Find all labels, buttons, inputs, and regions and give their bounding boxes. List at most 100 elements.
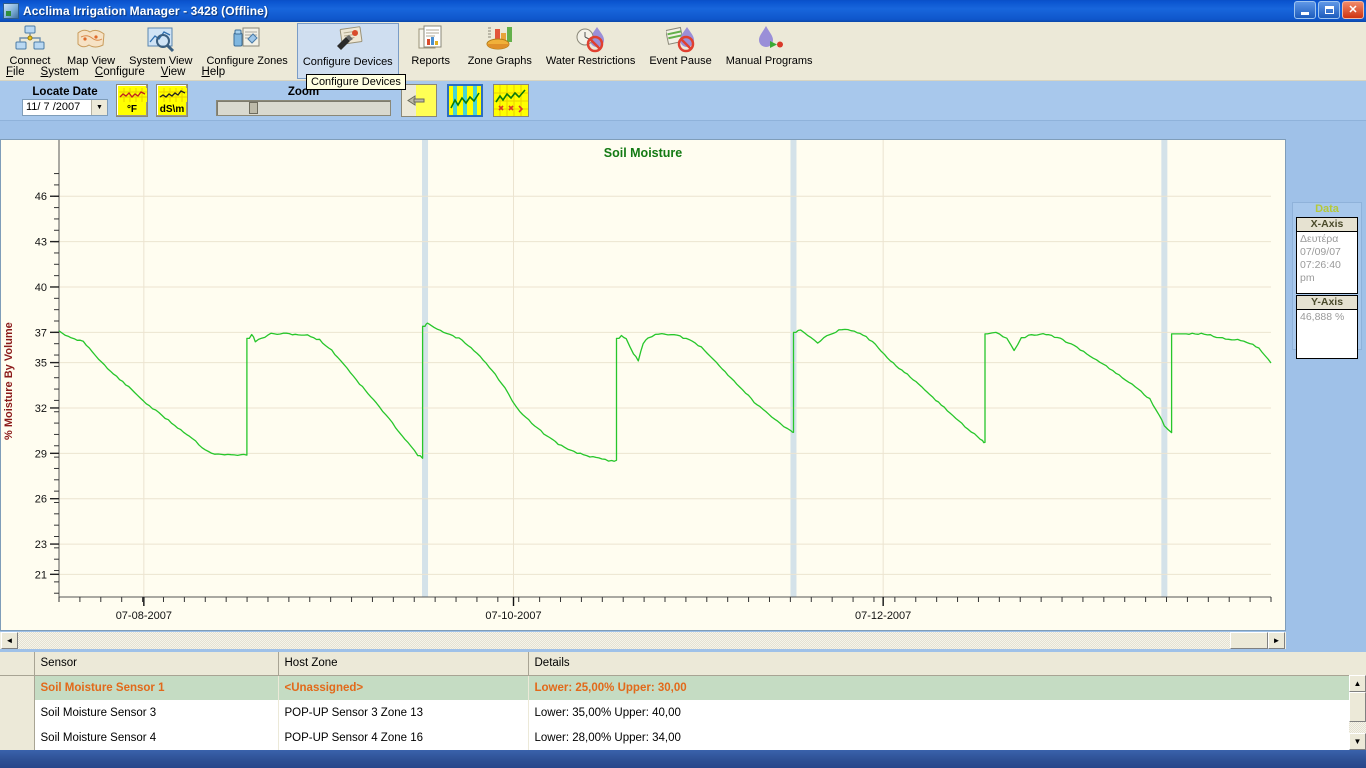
x-axis-readout: X-Axis Δευτέρα 07/09/07 07:26:40 pm — [1296, 217, 1358, 294]
scroll-thumb[interactable] — [1230, 632, 1268, 649]
window-title: Acclima Irrigation Manager - 3428 (Offli… — [23, 4, 269, 18]
reports-icon — [416, 25, 446, 53]
system-view-icon — [146, 25, 176, 53]
table-row[interactable]: Soil Moisture Sensor 3 POP-UP Sensor 3 Zo… — [0, 700, 1366, 725]
minimize-button[interactable] — [1294, 1, 1316, 19]
chart-panel[interactable]: Soil Moisture % Moisture By Volume 46 43 4… — [0, 139, 1286, 631]
sparkline-icon — [159, 88, 187, 102]
y-axis-title: % Moisture By Volume — [3, 322, 15, 440]
y-axis-readout: Y-Axis 46,888 % — [1296, 295, 1358, 359]
scroll-thumb-vertical[interactable] — [1349, 692, 1366, 722]
arrow-left-icon — [402, 85, 436, 116]
manual-programs-icon — [754, 25, 784, 53]
temperature-unit-button[interactable]: °F — [116, 84, 148, 117]
map-view-icon — [76, 25, 106, 53]
configure-devices-icon — [333, 26, 363, 54]
chart-title: Soil Moisture — [603, 146, 683, 160]
configure-zones-icon — [232, 25, 262, 53]
show-events-button[interactable] — [447, 84, 483, 117]
y-tick-label: 23 — [35, 539, 47, 551]
pan-left-button[interactable] — [401, 84, 437, 117]
scroll-right-button[interactable]: ► — [1268, 632, 1285, 649]
connect-icon — [15, 25, 45, 53]
app-icon — [3, 3, 19, 19]
show-markers-button[interactable] — [493, 84, 529, 117]
y-axis-readout-body: 46,888 % — [1297, 310, 1357, 358]
x-axis-readout-line: 07/09/07 — [1300, 246, 1341, 258]
cell-host-zone: POP-UP Sensor 4 Zone 16 — [278, 725, 529, 750]
menu-item-view[interactable]: View — [161, 66, 186, 78]
row-selector — [0, 725, 35, 750]
chart-horizontal-scrollbar[interactable]: ◄ ► — [0, 632, 1286, 649]
chart-controls-bar: Locate Date 11/ 7 /2007 ▼ °F dS\m Zoom — [0, 81, 1366, 121]
locate-date-input[interactable]: 11/ 7 /2007 ▼ — [22, 98, 108, 116]
y-tick-label: 26 — [35, 494, 47, 506]
menu-label-help: elp — [209, 65, 226, 78]
x-axis-readout-body: Δευτέρα 07/09/07 07:26:40 pm — [1297, 232, 1357, 293]
chevron-down-icon[interactable]: ▼ — [91, 99, 107, 115]
x-axis-readout-header: X-Axis — [1297, 218, 1357, 232]
table-header-selector[interactable] — [0, 652, 35, 676]
cell-host-zone: POP-UP Sensor 3 Zone 13 — [278, 700, 529, 725]
table-row[interactable]: Soil Moisture Sensor 4 POP-UP Sensor 4 Zo… — [0, 725, 1366, 750]
cell-details: Lower: 28,00% Upper: 34,00 — [528, 725, 1366, 750]
maximize-button[interactable] — [1318, 1, 1340, 19]
minimize-icon — [1301, 11, 1309, 15]
zoom-group: Zoom — [216, 86, 391, 116]
main-toolbar: Connect Map View System View Configure Z… — [0, 22, 1366, 90]
close-icon: ✕ — [1348, 3, 1358, 16]
status-bar — [0, 750, 1366, 768]
cell-host-zone: <Unassigned> — [278, 675, 529, 700]
close-button[interactable]: ✕ — [1342, 1, 1364, 19]
y-tick-label: 29 — [35, 448, 47, 460]
scroll-up-button[interactable]: ▲ — [1349, 675, 1366, 692]
menu-item-file[interactable]: File — [6, 66, 25, 78]
scroll-track[interactable] — [18, 632, 1230, 649]
maximize-icon — [1324, 6, 1334, 14]
table-row[interactable]: Soil Moisture Sensor 1 <Unassigned> Lower:… — [0, 675, 1366, 700]
row-selector — [0, 700, 35, 725]
cell-details: Lower: 25,00% Upper: 30,00 — [528, 675, 1366, 700]
menu-item-system[interactable]: System — [41, 66, 79, 78]
locate-date-value: 11/ 7 /2007 — [26, 101, 81, 113]
y-tick-label: 46 — [35, 191, 47, 203]
zoom-slider[interactable] — [216, 99, 391, 116]
locate-date-group: Locate Date 11/ 7 /2007 ▼ — [22, 86, 108, 116]
data-panel-title: Data — [1315, 203, 1339, 215]
y-tick-label: 35 — [35, 358, 47, 370]
y-tick-label: 32 — [35, 403, 47, 415]
zone-graphs-icon — [485, 25, 515, 53]
x-axis-readout-line: 07:26:40 pm — [1300, 259, 1341, 284]
x-axis-readout-line: Δευτέρα — [1300, 233, 1339, 245]
conductivity-unit-button[interactable]: dS\m — [156, 84, 188, 117]
y-tick-label: 37 — [35, 327, 47, 339]
table-header-host-zone[interactable]: Host Zone — [278, 652, 529, 676]
scroll-down-button[interactable]: ▼ — [1349, 733, 1366, 750]
menu-label-file: ile — [13, 65, 25, 78]
x-tick-label: 07-10-2007 — [485, 610, 541, 622]
sensor-table-panel: Sensor Host Zone Details Soil Moisture S… — [0, 652, 1366, 750]
table-body: Soil Moisture Sensor 1 <Unassigned> Lower:… — [0, 675, 1366, 750]
sparkline-icon — [119, 88, 147, 102]
menu-item-help[interactable]: Help — [202, 66, 226, 78]
graph-markers-icon — [494, 85, 528, 116]
y-tick-label: 40 — [35, 282, 47, 294]
table-header-details[interactable]: Details — [528, 652, 1366, 676]
menu-bar: File System Configure View Help — [0, 63, 1366, 80]
table-header-sensor[interactable]: Sensor — [34, 652, 279, 676]
table-header-row: Sensor Host Zone Details — [0, 652, 1366, 676]
window-buttons: ✕ — [1294, 1, 1364, 19]
cell-sensor: Soil Moisture Sensor 3 — [34, 700, 279, 725]
zoom-slider-thumb[interactable] — [249, 101, 258, 114]
tooltip: Configure Devices — [306, 74, 406, 90]
cell-sensor: Soil Moisture Sensor 1 — [34, 675, 279, 700]
locate-date-label: Locate Date — [32, 85, 98, 98]
menu-label-system: ystem — [48, 65, 79, 78]
graph-events-icon — [449, 86, 481, 115]
scroll-left-button[interactable]: ◄ — [1, 632, 18, 649]
window-title-bar: Acclima Irrigation Manager - 3428 (Offli… — [0, 0, 1366, 22]
sensor-table: Sensor Host Zone Details Soil Moisture S… — [0, 652, 1366, 750]
menu-item-configure[interactable]: Configure — [95, 66, 145, 78]
event-pause-icon — [664, 25, 696, 53]
table-vertical-scrollbar[interactable]: ▲ ▼ — [1349, 675, 1366, 750]
